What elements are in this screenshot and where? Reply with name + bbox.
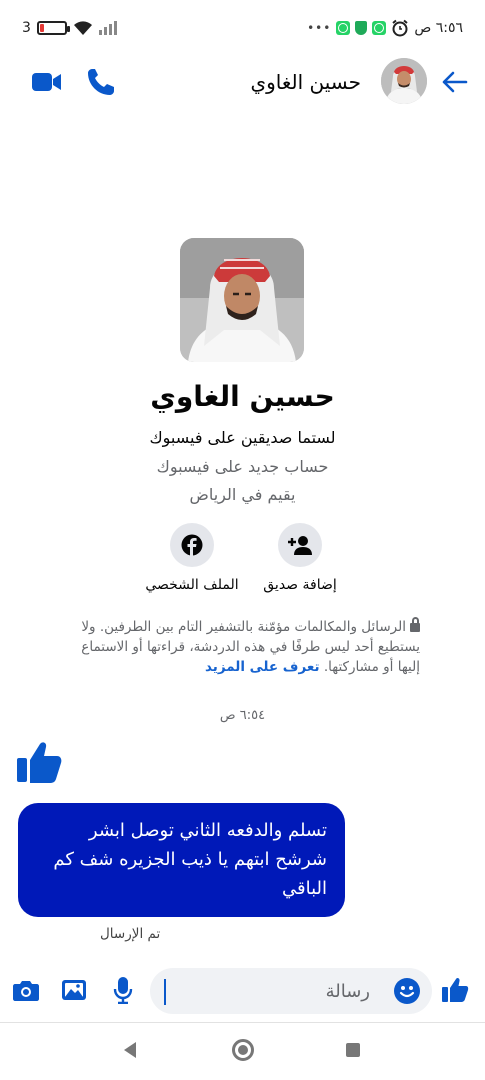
view-profile-label: الملف الشخصي	[145, 577, 239, 593]
shield-icon	[355, 21, 368, 35]
emoji-icon	[399, 986, 415, 998]
view-profile-circle	[170, 523, 214, 567]
sent-status: تم الإرسال	[100, 926, 161, 942]
view-profile-button[interactable]: الملف الشخصي	[132, 523, 252, 593]
like-icon	[442, 977, 469, 1002]
add-friend-label: إضافة صديق	[263, 577, 337, 593]
whatsapp-icon-2	[372, 21, 387, 35]
more-notifications-icon: •••	[307, 21, 332, 35]
nav-recents-icon[interactable]	[346, 1043, 360, 1057]
battery-text: 3	[22, 20, 31, 36]
video-call-button[interactable]	[30, 68, 64, 96]
encryption-notice: الرسائل والمكالمات مؤمّنة بالتشفير التام…	[60, 616, 420, 677]
microphone-icon	[113, 977, 133, 1004]
account-note: حساب جديد على فيسبوك	[156, 457, 329, 476]
contact-avatar[interactable]	[381, 58, 427, 104]
message-bubble[interactable]: تسلم والدفعه الثاني توصل ابشر شرشح ابتهم…	[18, 803, 345, 917]
nav-home-icon[interactable]	[232, 1039, 254, 1061]
alarm-icon	[392, 19, 408, 37]
whatsapp-icon	[336, 21, 351, 35]
contact-name[interactable]: حسين الغاوي	[250, 70, 361, 94]
voice-message-button[interactable]	[107, 974, 139, 1006]
text-caret	[164, 979, 166, 1005]
back-button[interactable]	[439, 66, 471, 98]
thumbs-up-icon	[17, 742, 62, 783]
message-input-placeholder: رسالة	[325, 981, 370, 1002]
chat-header: حسين الغاوي	[0, 58, 485, 106]
battery-fill	[39, 24, 44, 32]
add-friend-circle	[278, 523, 322, 567]
lock-icon	[410, 616, 420, 632]
facebook-icon	[181, 534, 203, 556]
phone-call-icon	[88, 69, 114, 95]
camera-button[interactable]	[10, 974, 42, 1006]
location: يقيم في الرياض	[189, 485, 296, 504]
divider	[0, 1022, 485, 1023]
encryption-line-1: الرسائل والمكالمات مؤمّنة بالتشفير التام…	[99, 619, 406, 635]
gallery-icon	[62, 980, 86, 1000]
emoji-button[interactable]	[394, 978, 420, 1004]
camera-icon	[13, 981, 39, 1001]
status-bar: 3 ••• ٦:٥٦ ص	[0, 0, 485, 58]
profile-photo[interactable]	[180, 238, 304, 362]
video-call-icon	[32, 73, 61, 91]
message-timestamp: ٦:٥٤ ص	[219, 708, 266, 723]
signal-icon	[98, 21, 117, 35]
system-nav-bar	[0, 1030, 485, 1080]
friendship-status: لستما صديقين على فيسبوك	[149, 428, 336, 447]
battery-icon	[36, 21, 70, 35]
gallery-button[interactable]	[58, 974, 90, 1006]
learn-more-link[interactable]: تعرف على المزيد	[205, 659, 320, 675]
wifi-icon	[73, 21, 92, 35]
profile-photo-image	[180, 238, 304, 362]
back-arrow-icon	[442, 71, 468, 93]
profile-name: حسين الغاوي	[150, 380, 335, 413]
nav-back-icon[interactable]	[124, 1042, 136, 1058]
voice-call-button[interactable]	[84, 66, 118, 98]
like-button[interactable]	[439, 974, 471, 1006]
avatar-image	[381, 58, 427, 104]
message-input[interactable]: رسالة	[150, 968, 432, 1014]
status-time: ٦:٥٦ ص	[414, 20, 463, 36]
message-text: تسلم والدفعه الثاني توصل ابشر شرشح ابتهم…	[53, 820, 327, 899]
status-left: 3	[22, 20, 117, 36]
status-right: ••• ٦:٥٦ ص	[307, 19, 463, 37]
add-friend-button[interactable]: إضافة صديق	[240, 523, 360, 593]
add-friend-icon	[288, 536, 312, 555]
message-composer: رسالة	[0, 966, 485, 1014]
sent-like-sticker[interactable]	[14, 738, 64, 788]
